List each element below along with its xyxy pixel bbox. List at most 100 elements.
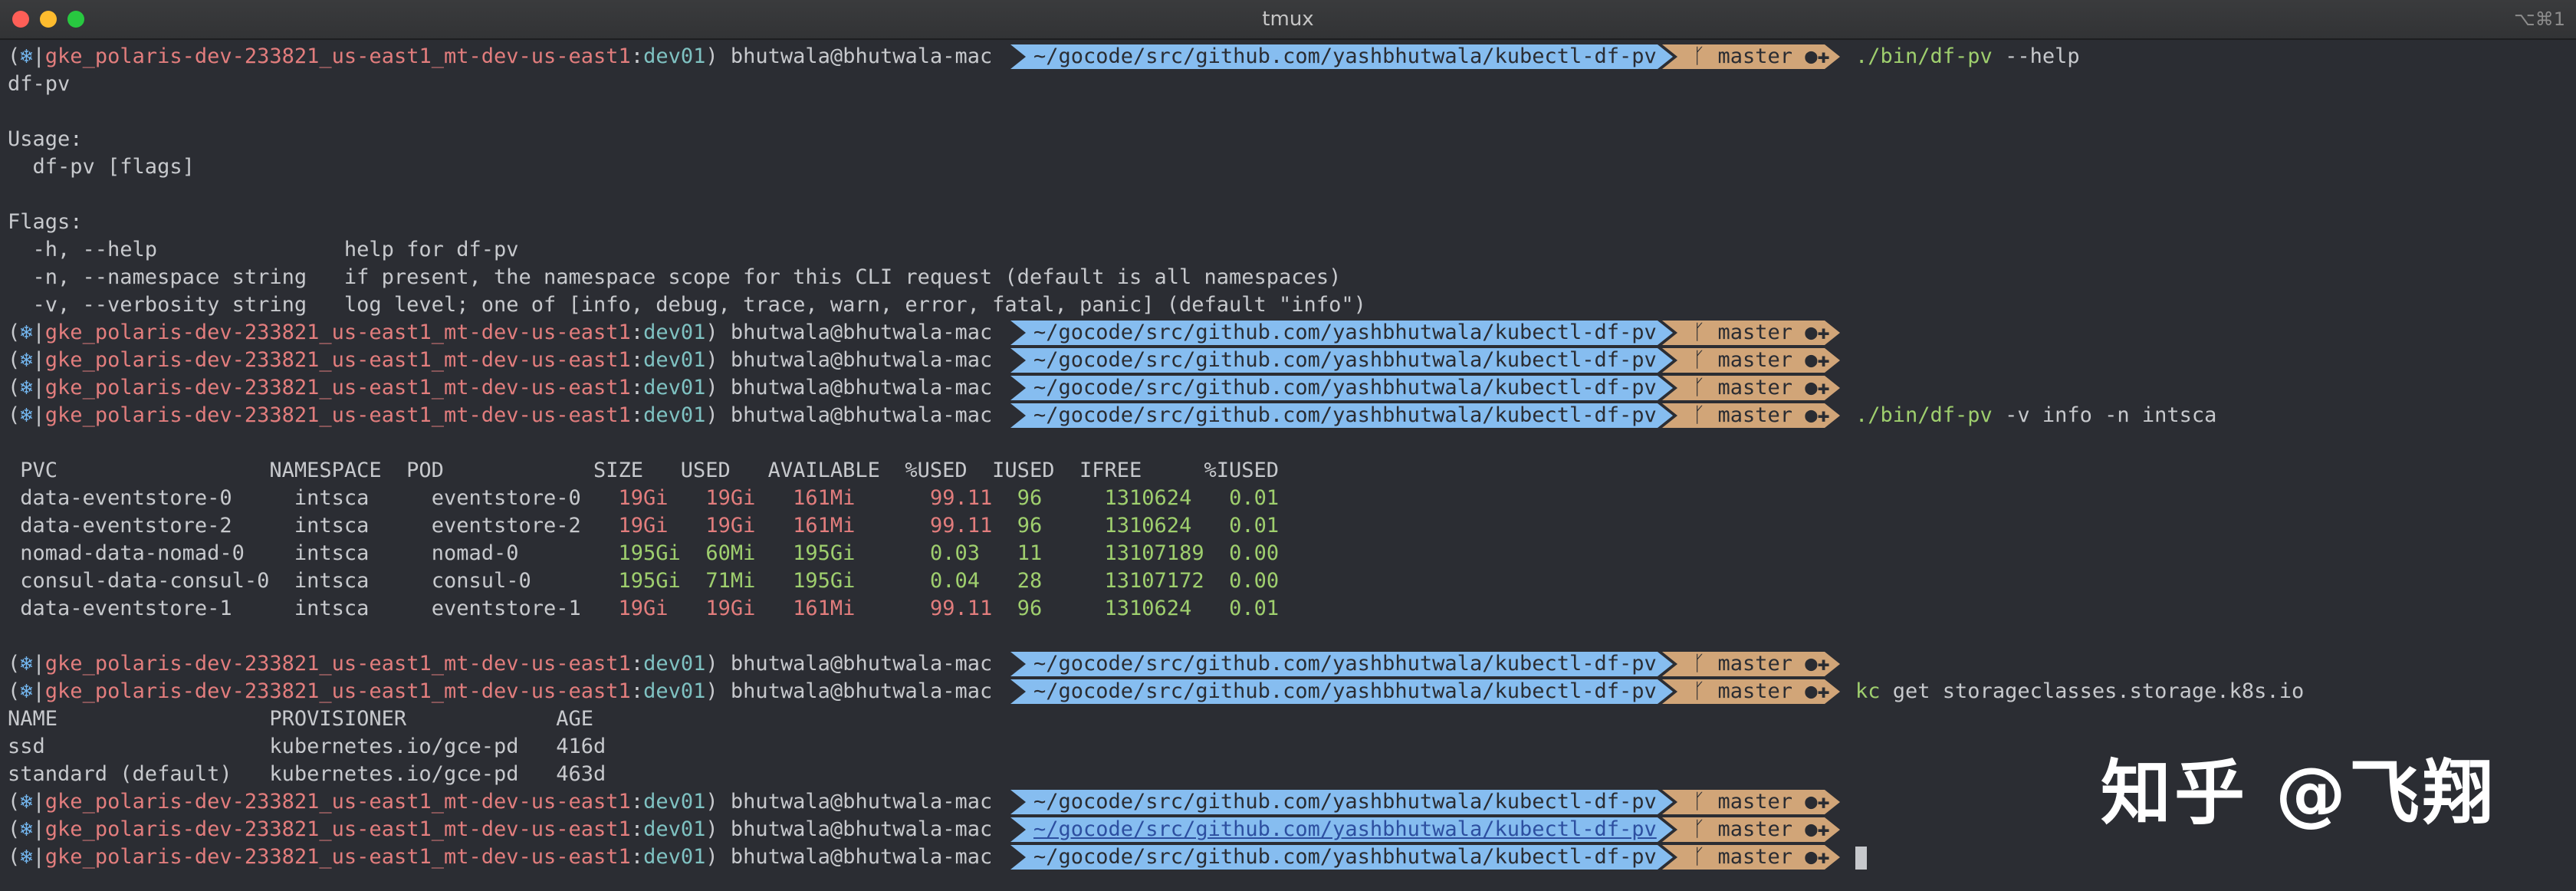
prompt-colon: : bbox=[630, 652, 644, 676]
window-title: tmux bbox=[1262, 8, 1314, 31]
pvc-cell: nomad-data-nomad-0 bbox=[8, 541, 294, 565]
prompt-line: (❄|gke_polaris-dev-233821_us-east1_mt-de… bbox=[8, 650, 2568, 678]
kubernetes-icon: ❄ bbox=[20, 679, 33, 703]
namespace-cell: intsca bbox=[294, 541, 432, 565]
prompt-line: (❄|gke_polaris-dev-233821_us-east1_mt-de… bbox=[8, 843, 2568, 871]
prompt-paren: ) bbox=[705, 652, 718, 676]
namespace-cell: intsca bbox=[294, 597, 432, 620]
git-dirty-icon: ●✚ bbox=[1805, 403, 1830, 427]
kubernetes-icon: ❄ bbox=[20, 321, 33, 344]
user-host: bhutwala@bhutwala-mac bbox=[730, 321, 993, 344]
cwd-path-segment: ~/gocode/src/github.com/yashbhutwala/kub… bbox=[1010, 790, 1673, 814]
prompt-paren: ) bbox=[705, 348, 718, 372]
git-branch-segment: ᚴ master ●✚ bbox=[1662, 790, 1840, 814]
kube-context: gke_polaris-dev-233821_us-east1_mt-dev-u… bbox=[44, 321, 631, 344]
prompt-colon: : bbox=[630, 403, 644, 427]
iused-cell: 11 bbox=[1017, 541, 1105, 565]
git-dirty-icon: ●✚ bbox=[1805, 376, 1830, 399]
prompt-colon: : bbox=[630, 817, 644, 841]
kubernetes-icon: ❄ bbox=[20, 376, 33, 399]
watermark: 知乎 @飞翔 bbox=[2101, 752, 2497, 834]
git-branch-icon: ᚴ bbox=[1693, 790, 1706, 814]
prompt-colon: : bbox=[630, 376, 644, 399]
git-branch-segment: ᚴ master ●✚ bbox=[1662, 652, 1840, 676]
git-branch-icon: ᚴ bbox=[1693, 348, 1706, 372]
kube-namespace: dev01 bbox=[643, 403, 706, 427]
prompt-paren: ( bbox=[8, 321, 21, 344]
flag-line: -h, --help help for df-pv bbox=[8, 238, 519, 261]
ifree-cell: 13107172 bbox=[1104, 569, 1230, 593]
cwd-path-segment: ~/gocode/src/github.com/yashbhutwala/kub… bbox=[1010, 44, 1673, 69]
cwd-path-segment: ~/gocode/src/github.com/yashbhutwala/kub… bbox=[1010, 348, 1673, 373]
available-cell: 161Mi bbox=[793, 514, 930, 538]
prompt-paren: ) bbox=[705, 44, 718, 68]
kube-namespace: dev01 bbox=[643, 321, 706, 344]
namespace-cell: intsca bbox=[294, 514, 432, 538]
size-cell: 19Gi bbox=[618, 597, 706, 620]
git-branch-name: master bbox=[1717, 376, 1793, 399]
kube-context: gke_polaris-dev-233821_us-east1_mt-dev-u… bbox=[44, 403, 631, 427]
prompt-separator: | bbox=[32, 44, 45, 68]
used-cell: 19Gi bbox=[705, 514, 794, 538]
prompt-line: (❄|gke_polaris-dev-233821_us-east1_mt-de… bbox=[8, 402, 2568, 429]
used-cell: 19Gi bbox=[705, 597, 794, 620]
namespace-cell: intsca bbox=[294, 569, 432, 593]
command-args: --help bbox=[1992, 44, 2080, 68]
prompt-colon: : bbox=[630, 44, 644, 68]
git-branch-icon: ᚴ bbox=[1693, 817, 1706, 841]
used-percent-cell: 0.04 bbox=[929, 569, 1017, 593]
used-percent-cell: 0.03 bbox=[929, 541, 1017, 565]
flags-heading: Flags: bbox=[8, 210, 83, 234]
prompt-separator: | bbox=[32, 376, 45, 399]
used-cell: 71Mi bbox=[705, 569, 794, 593]
git-branch-segment: ᚴ master ●✚ bbox=[1662, 348, 1840, 373]
user-host: bhutwala@bhutwala-mac bbox=[730, 376, 993, 399]
git-branch-segment: ᚴ master ●✚ bbox=[1662, 845, 1840, 870]
user-host: bhutwala@bhutwala-mac bbox=[730, 845, 993, 869]
git-branch-name: master bbox=[1717, 348, 1793, 372]
flag-line: -n, --namespace string if present, the n… bbox=[8, 265, 1342, 289]
prompt-paren: ( bbox=[8, 376, 21, 399]
user-host: bhutwala@bhutwala-mac bbox=[730, 44, 993, 68]
used-cell: 60Mi bbox=[705, 541, 794, 565]
used-percent-cell: 99.11 bbox=[929, 597, 1017, 620]
used-percent-cell: 99.11 bbox=[929, 486, 1017, 510]
command-args: -v info -n intsca bbox=[1992, 403, 2217, 427]
git-branch-icon: ᚴ bbox=[1693, 321, 1706, 344]
git-branch-name: master bbox=[1717, 44, 1793, 68]
available-cell: 161Mi bbox=[793, 597, 930, 620]
iused-cell: 28 bbox=[1017, 569, 1105, 593]
kube-context: gke_polaris-dev-233821_us-east1_mt-dev-u… bbox=[44, 348, 631, 372]
iused-percent-cell: 0.01 bbox=[1229, 486, 1280, 510]
kube-namespace: dev01 bbox=[643, 348, 706, 372]
git-branch-icon: ᚴ bbox=[1693, 403, 1706, 427]
output-line: df-pv [flags] bbox=[8, 155, 195, 179]
size-cell: 195Gi bbox=[618, 541, 706, 565]
git-branch-icon: ᚴ bbox=[1693, 679, 1706, 703]
kube-namespace: dev01 bbox=[643, 44, 706, 68]
prompt-separator: | bbox=[32, 321, 45, 344]
git-branch-name: master bbox=[1717, 679, 1793, 703]
kube-namespace: dev01 bbox=[643, 679, 706, 703]
pvc-cell: data-eventstore-0 bbox=[8, 486, 294, 510]
prompt-separator: | bbox=[32, 790, 45, 814]
pod-cell: nomad-0 bbox=[431, 541, 619, 565]
window-shortcut-label: ⌥⌘1 bbox=[2514, 8, 2565, 30]
terminal-cursor[interactable] bbox=[1855, 847, 1867, 870]
pod-cell: eventstore-1 bbox=[431, 597, 619, 620]
git-dirty-icon: ●✚ bbox=[1805, 790, 1830, 814]
kubernetes-icon: ❄ bbox=[20, 348, 33, 372]
pv-table-row: data-eventstore-1 intsca eventstore-1 19… bbox=[8, 595, 2568, 623]
git-branch-segment: ᚴ master ●✚ bbox=[1662, 679, 1840, 704]
git-branch-segment: ᚴ master ●✚ bbox=[1662, 817, 1840, 842]
command-binary: kc bbox=[1855, 679, 1881, 703]
prompt-paren: ( bbox=[8, 817, 21, 841]
kube-context: gke_polaris-dev-233821_us-east1_mt-dev-u… bbox=[44, 817, 631, 841]
prompt-paren: ) bbox=[705, 845, 718, 869]
used-percent-cell: 99.11 bbox=[929, 514, 1017, 538]
git-dirty-icon: ●✚ bbox=[1805, 321, 1830, 344]
kube-context: gke_polaris-dev-233821_us-east1_mt-dev-u… bbox=[44, 845, 631, 869]
prompt-line: (❄|gke_polaris-dev-233821_us-east1_mt-de… bbox=[8, 374, 2568, 402]
iused-percent-cell: 0.01 bbox=[1229, 597, 1280, 620]
